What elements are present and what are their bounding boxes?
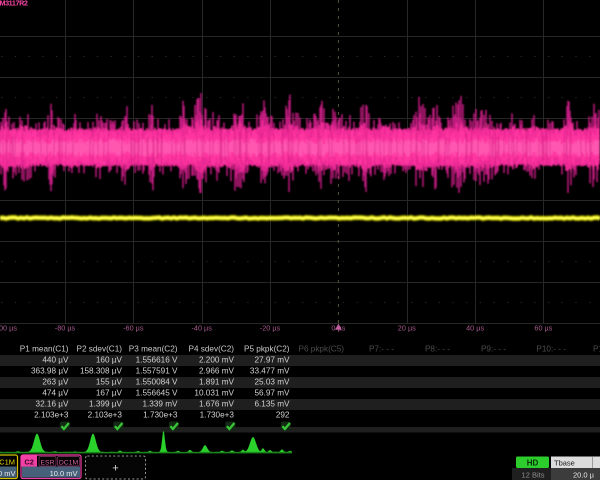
svg-text:P5 pkpk(C2): P5 pkpk(C2) — [244, 345, 290, 354]
svg-text:20.0 mV: 20.0 mV — [0, 469, 16, 478]
svg-text:ESR: ESR — [41, 459, 55, 466]
svg-text:HD: HD — [527, 459, 539, 468]
svg-text:1.550084 V: 1.550084 V — [136, 378, 178, 387]
svg-text:2.966 mV: 2.966 mV — [199, 367, 235, 376]
svg-text:6.135 mV: 6.135 mV — [254, 400, 290, 409]
svg-text:25.03 mV: 25.03 mV — [254, 378, 290, 387]
svg-text:363.98 µV: 363.98 µV — [31, 367, 69, 376]
svg-text:P4 sdev(C2): P4 sdev(C2) — [188, 345, 234, 354]
svg-text:P8:- - -: P8:- - - — [425, 345, 450, 354]
svg-text:60 µs: 60 µs — [534, 324, 552, 333]
svg-text:155 µV: 155 µV — [96, 378, 123, 387]
svg-text:-20 µs: -20 µs — [260, 324, 281, 333]
svg-text:DC1M: DC1M — [59, 459, 79, 466]
svg-text:160 µV: 160 µV — [96, 356, 123, 365]
svg-text:33.477 mV: 33.477 mV — [250, 367, 290, 376]
svg-text:2.103e+3: 2.103e+3 — [34, 411, 69, 420]
svg-text:20.0 µ: 20.0 µ — [573, 470, 595, 479]
svg-text:1.557591 V: 1.557591 V — [136, 367, 178, 376]
svg-text:167 µV: 167 µV — [96, 389, 123, 398]
svg-text:20 µs: 20 µs — [398, 324, 416, 333]
svg-text:-60 µs: -60 µs — [123, 324, 144, 333]
svg-text:00 µs: 00 µs — [0, 324, 17, 333]
svg-text:DC1M: DC1M — [0, 458, 15, 467]
svg-text:1.676 mV: 1.676 mV — [199, 400, 235, 409]
svg-text:-80 µs: -80 µs — [55, 324, 76, 333]
svg-text:292: 292 — [276, 411, 290, 420]
svg-text:1.730e+3: 1.730e+3 — [200, 411, 235, 420]
svg-text:10.031 mV: 10.031 mV — [194, 389, 234, 398]
svg-text:Tbase: Tbase — [554, 459, 575, 468]
svg-text:263 µV: 263 µV — [42, 378, 69, 387]
svg-text:1.339 mV: 1.339 mV — [142, 400, 178, 409]
svg-text:1.399 µV: 1.399 µV — [89, 400, 122, 409]
svg-text:32.16 µV: 32.16 µV — [36, 400, 69, 409]
svg-text:P2 sdev(C1): P2 sdev(C1) — [76, 345, 122, 354]
svg-text:2.200 mV: 2.200 mV — [199, 356, 235, 365]
svg-text:440 µV: 440 µV — [42, 356, 69, 365]
svg-text:+: + — [112, 463, 118, 475]
svg-text:P10:- - -: P10:- - - — [536, 345, 566, 354]
svg-text:27.97 mV: 27.97 mV — [254, 356, 290, 365]
svg-text:1.556616 V: 1.556616 V — [136, 356, 178, 365]
svg-text:P3 mean(C2): P3 mean(C2) — [129, 345, 178, 354]
svg-text:2.103e+3: 2.103e+3 — [88, 411, 123, 420]
svg-text:474 µV: 474 µV — [42, 389, 69, 398]
svg-text:158.308 µV: 158.308 µV — [80, 367, 123, 376]
svg-text:P7:- - -: P7:- - - — [369, 345, 394, 354]
svg-text:40 µs: 40 µs — [466, 324, 484, 333]
svg-text:10.0 mV: 10.0 mV — [50, 469, 78, 478]
svg-text:M3117R2: M3117R2 — [0, 0, 28, 8]
svg-text:12 Bits: 12 Bits — [522, 470, 545, 479]
svg-text:P6 pkpk(C5): P6 pkpk(C5) — [298, 345, 344, 354]
svg-text:P1 mean(C1): P1 mean(C1) — [20, 345, 69, 354]
svg-text:1.891 mV: 1.891 mV — [199, 378, 235, 387]
svg-text:P11:- - -: P11:- - - — [593, 345, 600, 354]
svg-text:1.556645 V: 1.556645 V — [136, 389, 178, 398]
svg-text:C2: C2 — [24, 457, 34, 466]
svg-text:56.97 mV: 56.97 mV — [254, 389, 290, 398]
svg-text:-40 µs: -40 µs — [191, 324, 212, 333]
svg-text:P9:- - -: P9:- - - — [481, 345, 506, 354]
svg-text:1.730e+3: 1.730e+3 — [143, 411, 178, 420]
